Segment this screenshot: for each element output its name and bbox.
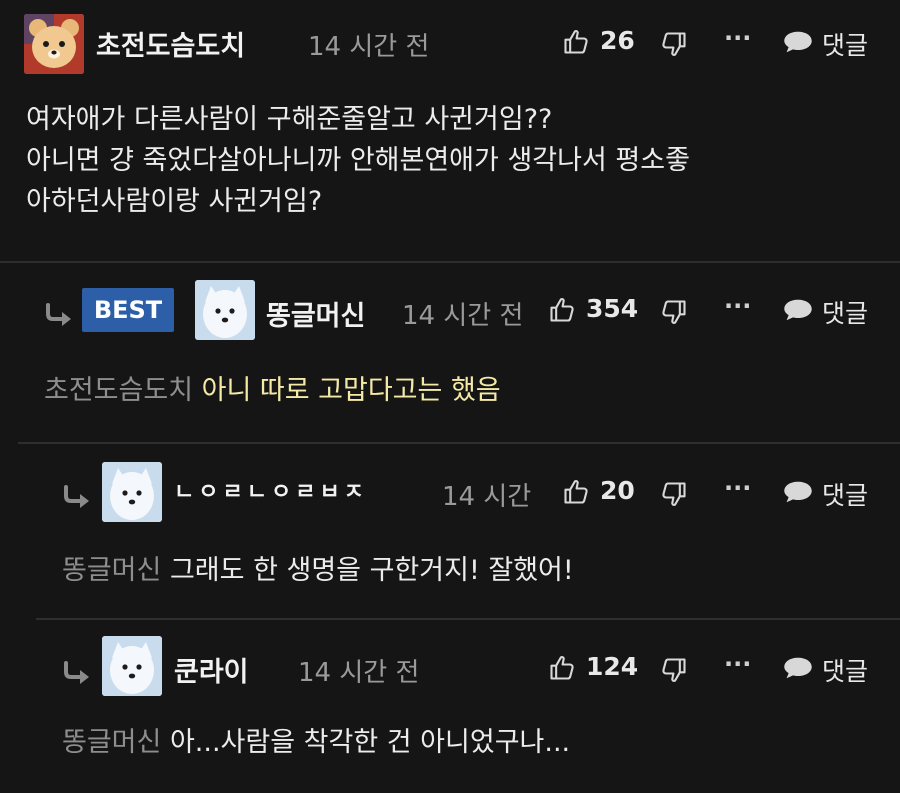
more-icon[interactable]: ··· [724, 474, 751, 502]
dog-avatar-icon [102, 462, 162, 522]
reply-button[interactable]: 댓글 [822, 652, 868, 688]
thumbs-up-icon[interactable] [548, 296, 576, 324]
comment-4: 쿤라이 14 시간 전 124 ··· 댓글 똥글머신 아...사람을 착각한 … [0, 620, 900, 793]
thumbs-up-icon[interactable] [562, 478, 590, 506]
dog-avatar-icon [102, 636, 162, 696]
comment-time: 14 시간 전 [402, 301, 524, 331]
avatar[interactable] [24, 14, 84, 74]
avatar[interactable] [102, 462, 162, 522]
comment-body: 똥글머신 아...사람을 착각한 건 아니었구나... [62, 722, 570, 763]
reply-arrow-icon [60, 660, 94, 688]
more-icon[interactable]: ··· [724, 650, 751, 678]
comment-body: 여자애가 다른사람이 구해준줄알고 사귄거임?? 아니면 걍 죽었다살아나니까 … [26, 99, 690, 222]
mention[interactable]: 똥글머신 [62, 727, 161, 758]
speech-bubble-icon[interactable] [782, 478, 814, 506]
avatar[interactable] [195, 280, 255, 340]
comment-1: 초전도슴도치 14 시간 전 26 ··· 댓글 여자애가 다른사람이 구해준줄… [0, 0, 900, 262]
like-count: 26 [600, 26, 635, 55]
avatar[interactable] [102, 636, 162, 696]
comment-text: 그래도 한 생명을 구한거지! 잘했어! [169, 555, 574, 586]
comment-body: 초전도슴도치 아니 따로 고맙다고는 했음 [44, 370, 501, 411]
comment-author[interactable]: 초전도슴도치 [96, 24, 245, 63]
mention[interactable]: 초전도슴도치 [44, 375, 193, 406]
comment-3: ㄴㅇㄹㄴㅇㄹㅂㅈ 14 시간 20 ··· 댓글 똥글머신 그래도 한 생명을 … [0, 444, 900, 618]
bear-avatar-icon [24, 14, 84, 74]
comment-time: 14 시간 전 [298, 658, 420, 688]
like-count: 124 [586, 652, 639, 681]
dog-avatar-icon [195, 280, 255, 340]
best-badge: BEST [82, 288, 174, 332]
comment-author[interactable]: 똥글머신 [266, 294, 365, 333]
reply-button[interactable]: 댓글 [822, 476, 868, 512]
comment-time: 14 시간 전 [308, 32, 430, 62]
reply-arrow-icon [42, 302, 76, 330]
mention[interactable]: 똥글머신 [62, 555, 161, 586]
comment-line: 아하던사람이랑 사귄거임? [26, 186, 323, 217]
comment-body: 똥글머신 그래도 한 생명을 구한거지! 잘했어! [62, 550, 574, 591]
thumbs-down-icon[interactable] [660, 30, 688, 58]
speech-bubble-icon[interactable] [782, 28, 814, 56]
thumbs-up-icon[interactable] [548, 654, 576, 682]
comment-time: 14 시간 [442, 482, 532, 512]
thumbs-down-icon[interactable] [660, 298, 688, 326]
comment-line: 아니면 걍 죽었다살아나니까 안해본연애가 생각나서 평소좋 [26, 145, 690, 176]
speech-bubble-icon[interactable] [782, 296, 814, 324]
like-count: 20 [600, 476, 635, 505]
comment-author[interactable]: 쿤라이 [174, 650, 249, 689]
speech-bubble-icon[interactable] [782, 654, 814, 682]
more-icon[interactable]: ··· [724, 292, 751, 320]
thumbs-down-icon[interactable] [660, 480, 688, 508]
reply-arrow-icon [60, 484, 94, 512]
comment-text: 아니 따로 고맙다고는 했음 [201, 375, 501, 406]
comment-2: BEST 똥글머신 14 시간 전 354 ··· 댓글 초전도슴도치 아니 따… [0, 262, 900, 442]
comment-line: 여자애가 다른사람이 구해준줄알고 사귄거임?? [26, 104, 553, 135]
thumbs-up-icon[interactable] [562, 28, 590, 56]
more-icon[interactable]: ··· [724, 24, 751, 52]
like-count: 354 [586, 294, 639, 323]
comment-author[interactable]: ㄴㅇㄹㄴㅇㄹㅂㅈ [174, 474, 368, 506]
comment-text: 아...사람을 착각한 건 아니었구나... [169, 727, 571, 758]
thumbs-down-icon[interactable] [660, 656, 688, 684]
reply-button[interactable]: 댓글 [822, 294, 868, 330]
reply-button[interactable]: 댓글 [822, 26, 868, 62]
